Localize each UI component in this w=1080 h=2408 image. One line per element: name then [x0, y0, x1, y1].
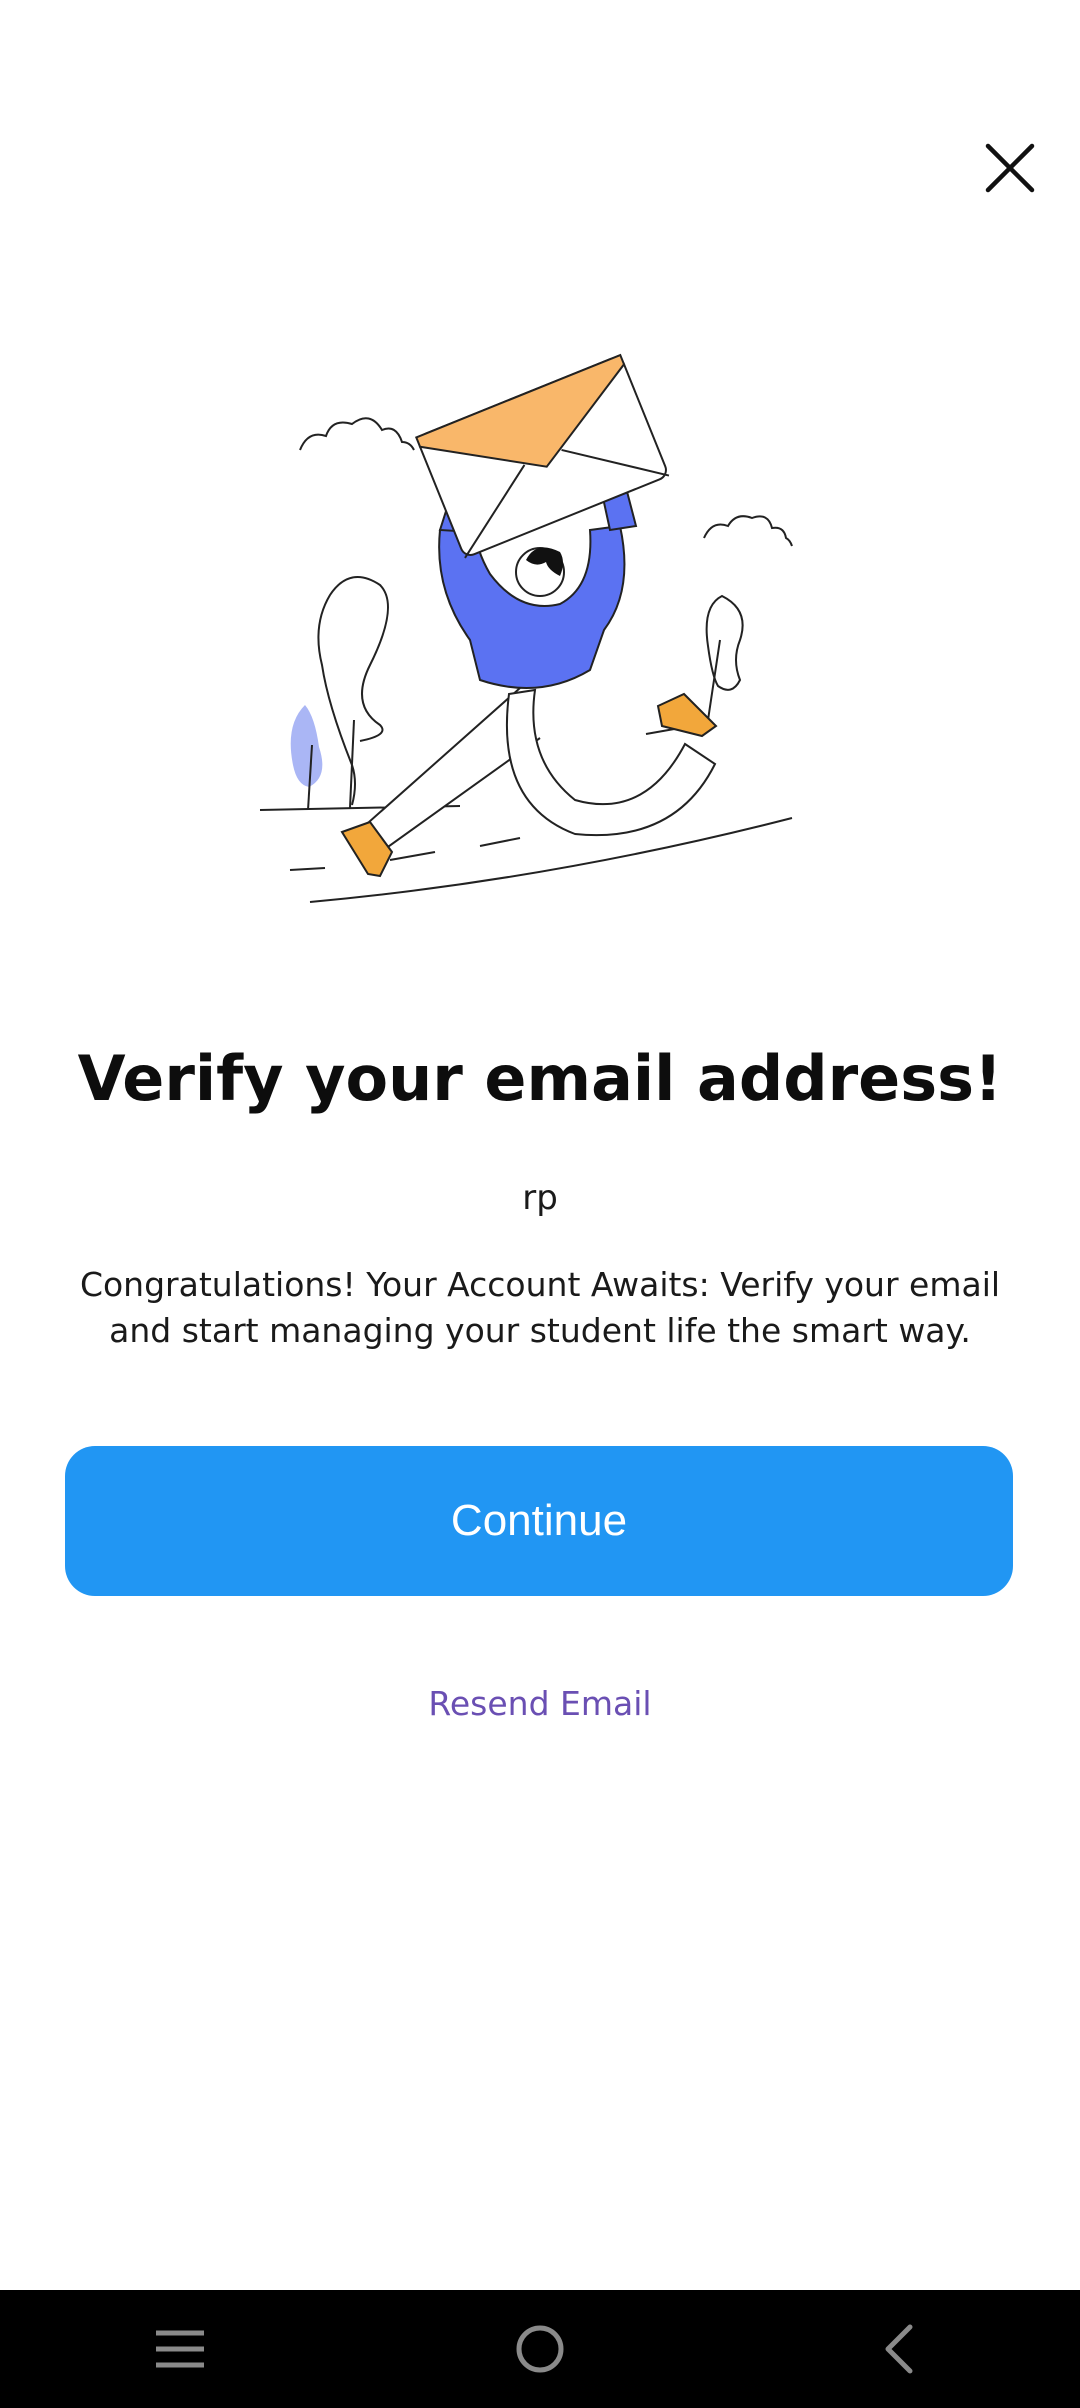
- user-name: rp: [522, 1178, 558, 1218]
- home-button[interactable]: [480, 2299, 600, 2399]
- home-icon: [516, 2325, 564, 2373]
- back-icon: [885, 2324, 913, 2374]
- system-nav-bar: [0, 2290, 1080, 2408]
- page-title: Verify your email address!: [77, 1042, 1003, 1115]
- recent-apps-icon: [156, 2330, 204, 2368]
- close-button[interactable]: [972, 130, 1048, 206]
- verify-email-screen: Verify your email address! rp Congratula…: [0, 0, 1080, 2408]
- back-button[interactable]: [840, 2299, 960, 2399]
- description-text: Congratulations! Your Account Awaits: Ve…: [79, 1265, 1001, 1350]
- recent-apps-button[interactable]: [120, 2299, 240, 2399]
- close-icon: [985, 143, 1035, 193]
- continue-button-label: Continue: [450, 1496, 628, 1545]
- resend-email-link[interactable]: Resend Email: [0, 1684, 1080, 1723]
- continue-button[interactable]: Continue: [65, 1446, 1013, 1596]
- email-illustration: [259, 353, 793, 903]
